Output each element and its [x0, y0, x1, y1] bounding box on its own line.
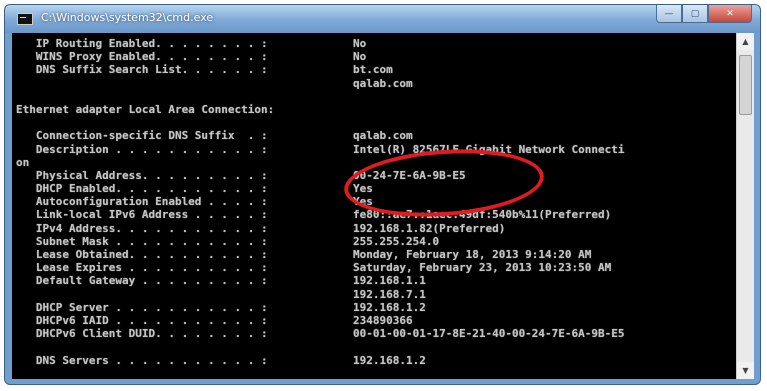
console-line-value: No — [353, 50, 367, 64]
scroll-down-button[interactable]: ▼ — [737, 362, 754, 379]
console-line-label: Subnet Mask . . . . . . . . . . . : — [16, 234, 275, 248]
console-line: qalab.com — [16, 77, 413, 90]
scroll-up-button[interactable]: ▲ — [737, 33, 754, 50]
console-line-value: 00-24-7E-6A-9B-E5 — [353, 168, 466, 182]
vertical-scrollbar[interactable]: ▲ ▼ — [736, 33, 754, 379]
window-controls: — ▢ ✕ — [656, 5, 752, 23]
console-line: Lease Expires . . . . . . . . . . : Satu… — [16, 261, 611, 275]
console-line-value: No — [353, 37, 367, 50]
console-line: Autoconfiguration Enabled . . . . : Yes — [16, 195, 373, 209]
console-line-label: DHCPv6 IAID . . . . . . . . . . . : — [16, 313, 275, 327]
console-line: DHCPv6 Client DUID. . . . . . . . : 00-0… — [16, 327, 625, 341]
console-line-value: Saturday, February 23, 2013 10:23:50 AM — [353, 261, 612, 275]
console-line-value: 192.168.7.1 — [353, 287, 426, 301]
console-line: Default Gateway . . . . . . . . . : 192.… — [16, 274, 426, 288]
console-line: Connection-specific DNS Suffix . : qalab… — [16, 129, 413, 143]
console-line-value: fe80::ae7::1aec:49df:540b%11(Preferred) — [353, 208, 612, 222]
console-line-label: DNS Servers . . . . . . . . . . . : — [16, 353, 275, 367]
console-line-value: bt.com — [353, 63, 393, 77]
console-line-label: DNS Suffix Search List. . . . . . : — [16, 63, 275, 77]
scrollbar-thumb[interactable] — [739, 55, 752, 115]
console-line: DHCPv6 IAID . . . . . . . . . . . : 2348… — [16, 313, 413, 327]
console-line-value: 192.168.1.2 — [353, 300, 426, 314]
console-line-value: Yes — [353, 182, 373, 196]
console-line-label: DHCP Enabled. . . . . . . . . . . : — [16, 182, 275, 196]
console-line-label: DHCP Server . . . . . . . . . . . : — [16, 300, 275, 314]
console-line-value: 192.168.1.2 — [353, 353, 426, 367]
console-line: IPv4 Address. . . . . . . . . . . : 192.… — [16, 221, 505, 235]
console-line: Lease Obtained. . . . . . . . . . : Mond… — [16, 248, 592, 261]
minimize-icon: — — [664, 8, 674, 19]
console-line-label: Lease Expires . . . . . . . . . . : — [16, 261, 275, 275]
close-button[interactable]: ✕ — [708, 5, 752, 23]
console-line: DNS Suffix Search List. . . . . . : bt.c… — [16, 63, 393, 77]
console-line-label: Default Gateway . . . . . . . . . : — [16, 274, 275, 288]
console-output[interactable]: IP Routing Enabled. . . . . . . . : No W… — [12, 33, 736, 379]
console-line-label: Lease Obtained. . . . . . . . . . : — [16, 248, 275, 261]
console-line-label: on — [16, 155, 30, 169]
console-line-label: WINS Proxy Enabled. . . . . . . . : — [16, 50, 275, 64]
console-line-label: Autoconfiguration Enabled . . . . : — [16, 195, 275, 209]
console-line-label: Connection-specific DNS Suffix . : — [16, 129, 275, 143]
console-line-value: 192.168.1.1 — [353, 274, 426, 288]
console-line-value: qalab.com — [353, 76, 413, 90]
close-icon: ✕ — [726, 8, 734, 19]
console-line-label: Link-local IPv6 Address . . . . . : — [16, 208, 275, 222]
console-line: Physical Address. . . . . . . . . : 00-2… — [16, 168, 466, 182]
console-line-value: 255.255.254.0 — [353, 234, 440, 248]
console-line-value: Monday, February 18, 2013 9:14:20 AM — [353, 248, 592, 261]
console-line-value: Yes — [353, 195, 373, 209]
console-line-value: 234890366 — [353, 313, 413, 327]
console-line-label: Ethernet adapter Local Area Connection: — [16, 102, 275, 116]
title-bar[interactable]: C:\Windows\system32\cmd.exe — ▢ ✕ — [5, 5, 760, 33]
console-line: WINS Proxy Enabled. . . . . . . . : No — [16, 50, 366, 64]
console-line-label: IP Routing Enabled. . . . . . . . : — [16, 37, 275, 50]
window-title: C:\Windows\system32\cmd.exe — [41, 11, 214, 24]
command-prompt-window[interactable]: C:\Windows\system32\cmd.exe — ▢ ✕ IP Rou… — [4, 4, 761, 385]
console-line: Subnet Mask . . . . . . . . . . . : 255.… — [16, 234, 439, 248]
console-line-label: Physical Address. . . . . . . . . : — [16, 168, 275, 182]
console-lines: IP Routing Enabled. . . . . . . . : No W… — [16, 37, 625, 367]
console-line: DNS Servers . . . . . . . . . . . : 192.… — [16, 353, 426, 367]
console-line: 192.168.7.1 — [16, 288, 426, 301]
console-line: DHCP Server . . . . . . . . . . . : 192.… — [16, 300, 426, 314]
maximize-icon: ▢ — [690, 8, 700, 19]
console-line-label: Description . . . . . . . . . . . : — [16, 142, 275, 156]
console-line: on — [16, 156, 274, 169]
console-line-label: DHCPv6 Client DUID. . . . . . . . : — [16, 327, 275, 341]
console-line-label: IPv4 Address. . . . . . . . . . . : — [16, 221, 275, 235]
minimize-button[interactable]: — — [656, 5, 682, 23]
console-line-value: qalab.com — [353, 129, 413, 143]
console-line: IP Routing Enabled. . . . . . . . : No — [16, 37, 366, 50]
cmd-icon[interactable] — [17, 13, 33, 25]
console-line-value: Intel(R) 82567LF Gigabit Network Connect… — [353, 142, 625, 156]
console-line: Description . . . . . . . . . . . : Inte… — [16, 142, 625, 156]
console-line-value: 00-01-00-01-17-8E-21-40-00-24-7E-6A-9B-E… — [353, 327, 625, 341]
maximize-button[interactable]: ▢ — [682, 5, 708, 23]
console-line: Ethernet adapter Local Area Connection: — [16, 103, 274, 116]
console-line: DHCP Enabled. . . . . . . . . . . : Yes — [16, 182, 373, 196]
console-line: Link-local IPv6 Address . . . . . : fe80… — [16, 208, 611, 222]
console-line-value: 192.168.1.82(Preferred) — [353, 221, 506, 235]
